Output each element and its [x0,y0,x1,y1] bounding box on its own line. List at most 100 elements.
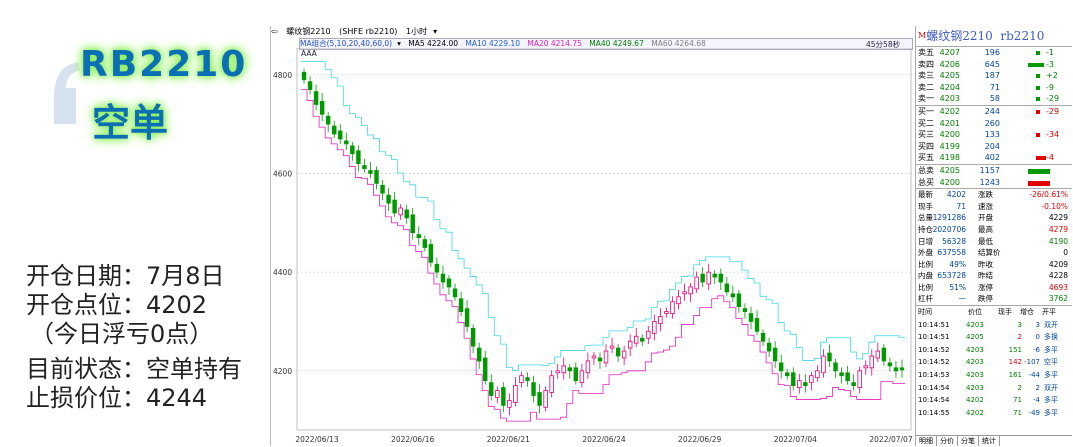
quote-tab[interactable]: 分价 [937,436,958,446]
orderbook-change-bar [1036,133,1040,138]
orderbook-row[interactable]: 卖五 4207 196 -1 [916,47,1072,59]
quote-tab[interactable]: 分笔 [958,436,979,446]
orderbook-price: 4205 [939,71,960,81]
stat-row: 比例 51% 涨停 4693 [916,282,1072,294]
candle-body [525,377,530,382]
stat-row: 现手 71 速涨 -0.10% [916,201,1072,213]
ma-group-label[interactable]: MA组合(5,10,20,40,60,0) [300,39,392,48]
tick-row[interactable]: 10:14:53 4203 161 -44 多平 [916,369,1072,382]
candle-body [664,311,669,314]
candle-body [803,382,808,387]
orderbook-change: -9 [1046,82,1054,92]
promo-title-direction: 空单 [92,101,169,145]
orderbook-change-bar [1036,74,1040,79]
tick-row[interactable]: 10:14:54 4203 2 2 双开 [916,382,1072,395]
stat-value: 3762 [1048,294,1068,304]
candle-body [815,370,820,379]
ma40-value: MA40 4249.67 [589,39,644,48]
stat-value: 4693 [1048,282,1068,292]
stat-value: 1291286 [932,213,966,223]
orderbook-change-bar [1028,62,1044,67]
tick-header-add: 增仓 [1020,308,1034,317]
tick-type: 多平 [1044,371,1058,380]
stat-label: 最高 [978,224,993,234]
orderbook-row[interactable]: 买一 4202 244 -29 [916,104,1072,118]
stat-value: 0 [1063,248,1068,258]
stat-label: 涨停 [978,282,993,292]
orderbook-price: 4199 [939,141,960,151]
tick-header-price: 价位 [968,308,982,317]
orderbook-change-bar [1036,156,1046,161]
x-tick-label: 2022/06/16 [391,435,434,444]
x-tick-label: 2022/06/21 [487,435,530,444]
orderbook-change: +2 [1046,71,1058,81]
candle-body [543,390,548,408]
candle-body [464,308,470,327]
candle-body [646,330,651,339]
candlestick-chart[interactable]: 4800 4600 4400 4200 2022/06/13 2022/06/16 2022… [271,48,915,446]
candle-body [603,350,609,364]
candle-body [325,115,331,125]
candle-body [362,165,367,169]
candle-body [476,347,482,362]
tick-list[interactable]: 时间 价位 现手 增仓 开平 10:14:51 4203 3 3 双开 10:14:51 4205 2 0… [916,305,1072,419]
candle-body [615,347,621,357]
candle-body [712,273,717,278]
total-price: 4205 [939,165,960,175]
tick-row[interactable]: 10:14:55 4202 71 -49 多平 [916,407,1072,420]
stat-value: 2020706 [932,224,966,234]
candle-body [839,372,844,377]
tick-row[interactable]: 10:14:51 4205 2 0 多换 [916,331,1072,344]
tick-row[interactable]: 10:14:51 4203 3 3 双开 [916,319,1072,332]
orderbook-change: -29 [1046,106,1060,116]
stat-value: 51% [949,282,966,292]
orderbook-volume: 71 [989,82,1000,92]
orderbook-change-bar [1036,85,1040,90]
tick-type: 多换 [1044,333,1058,342]
orderbook-row[interactable]: 卖三 4205 187 +2 [916,70,1072,82]
orderbook-row[interactable]: 卖二 4204 71 -9 [916,82,1072,94]
tick-add: -4 [1033,396,1040,405]
total-bar [1028,180,1050,186]
tick-row[interactable]: 10:14:52 4203 151 -6 多平 [916,344,1072,357]
orderbook-row[interactable]: 卖四 4206 645 -3 [916,59,1072,71]
status-text: 目前状态：空单持有 [26,355,242,383]
stat-row: 总量 1291286 开盘 4229 [916,212,1072,224]
stat-row: 内盘 653728 昨结 4228 [916,270,1072,282]
total-volume: 1157 [979,165,1000,175]
candle-body [863,365,868,369]
candle-body [374,170,379,184]
quote-tab[interactable]: 明细 [916,436,937,446]
stat-row: 持仓 2020706 最高 4279 [916,224,1072,236]
orderbook-row[interactable]: 买四 4199 204 [916,141,1072,153]
candle-body [531,382,536,396]
stat-label: 昨结 [978,271,993,281]
orderbook-row[interactable]: 卖一 4203 58 -29 [916,93,1072,105]
tick-time: 10:14:55 [918,408,950,417]
tick-row[interactable]: 10:14:54 4202 71 -4 多平 [916,394,1072,407]
quote-tab[interactable]: 统计 [979,436,1000,446]
tick-row[interactable]: 10:14:52 4203 142 -107 空平 [916,356,1072,369]
candle-body [410,214,415,234]
candle-body [730,293,736,298]
orderbook-row[interactable]: 买五 4198 402 -4 [916,152,1072,164]
candle-body [332,125,337,135]
ma60-value: MA60 4264.68 [651,39,706,48]
candle-body [344,140,349,145]
orderbook-volume: 187 [984,71,1000,81]
period-select[interactable]: 1小时 ▾ [406,27,443,36]
candle-body [422,239,428,248]
back-arrow-icon[interactable]: ⇦ [271,27,278,36]
tick-add: -44 [1028,371,1040,380]
candle-body [489,382,494,396]
candle-body [797,380,802,388]
candle-body [869,355,874,369]
total-row: 总卖 4205 1157 [916,165,1072,177]
orderbook-row[interactable]: 买三 4200 133 -34 [916,129,1072,141]
stat-value: 49% [949,259,966,269]
instrument-name[interactable]: 螺纹钢2210 [286,27,330,36]
orderbook-row[interactable]: 买二 4201 260 [916,118,1072,130]
tick-add: 2 [1035,383,1040,392]
candle-body [706,271,711,285]
candle-body [392,199,397,214]
